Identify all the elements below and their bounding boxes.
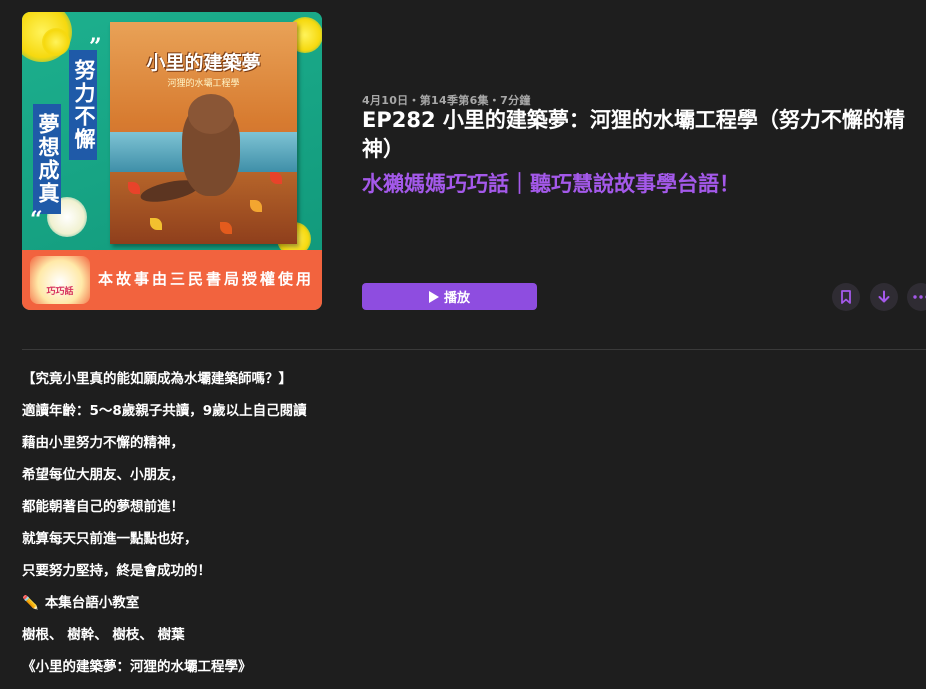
artwork-banner: 巧巧話 本故事由三民書局授權使用 [22, 250, 322, 310]
show-logo-text: 巧巧話 [46, 287, 74, 297]
description-line: 適讀年齡：5～8歲親子共讀，9歲以上自己閱讀 [22, 403, 307, 419]
vertical-slogan-1: 努力不懈 [69, 50, 97, 160]
play-icon [428, 290, 439, 303]
leaf [250, 200, 262, 212]
bookmark-button[interactable] [832, 283, 860, 311]
download-icon [878, 290, 890, 303]
description-line: 希望每位大朋友、小朋友， [22, 467, 184, 483]
play-button-label: 播放 [443, 291, 470, 306]
artwork-yellow-dot [42, 28, 70, 56]
leaf [220, 222, 232, 234]
play-button[interactable]: 播放 [362, 283, 537, 310]
show-logo: 巧巧話 [30, 256, 90, 304]
book-subtitle: 河狸的水壩工程學 [167, 79, 240, 89]
book-title: 小里的建築夢 [146, 52, 261, 74]
show-name-link[interactable]: 水獺媽媽巧巧話｜聽巧慧說故事學台語！ [362, 170, 922, 199]
description-line-text: 本集台語小教室 [44, 595, 140, 611]
vertical-slogan-2: 夢想成真 [33, 104, 61, 214]
description-line: 《小里的建築夢：河狸的水壩工程學》 [22, 659, 252, 675]
book-cover: 小里的建築夢 河狸的水壩工程學 [110, 22, 297, 244]
section-divider [22, 349, 926, 350]
beaver-head [188, 94, 234, 134]
description-line: 樹根、 樹幹、 樹枝、 樹葉 [22, 627, 185, 643]
description-line-with-icon: ✏️ 本集台語小教室 [22, 593, 902, 625]
leaf [270, 172, 282, 184]
download-button[interactable] [870, 283, 898, 311]
description-line: 【究竟小里真的能如願成為水壩建築師嗎？】 [22, 371, 292, 387]
quote-close: “ [30, 207, 43, 233]
artwork-banner-text: 本故事由三民書局授權使用 [98, 270, 315, 288]
pencil-icon: ✏️ [22, 595, 39, 611]
bookmark-icon [841, 290, 851, 304]
episode-title: EP282 小里的建築夢：河狸的水壩工程學（努力不懈的精神） [362, 108, 905, 161]
description-line: 藉由小里努力不懈的精神， [22, 435, 184, 451]
leaf [128, 182, 140, 194]
more-button[interactable] [907, 283, 926, 311]
leaf [150, 218, 162, 230]
episode-description: 【究竟小里真的能如願成為水壩建築師嗎？】 適讀年齡：5～8歲親子共讀，9歲以上自… [22, 369, 902, 689]
description-line: 只要努力堅持，終是會成功的！ [22, 563, 211, 579]
description-line: 就算每天只前進一點點也好， [22, 531, 198, 547]
more-icon [913, 295, 926, 299]
episode-artwork: ” 努力不懈 夢想成真 “ 小里的建築夢 河狸的水壩工程學 巧巧話 本故事由三民… [22, 12, 322, 310]
description-line: 都能朝著自己的夢想前進！ [22, 499, 184, 515]
